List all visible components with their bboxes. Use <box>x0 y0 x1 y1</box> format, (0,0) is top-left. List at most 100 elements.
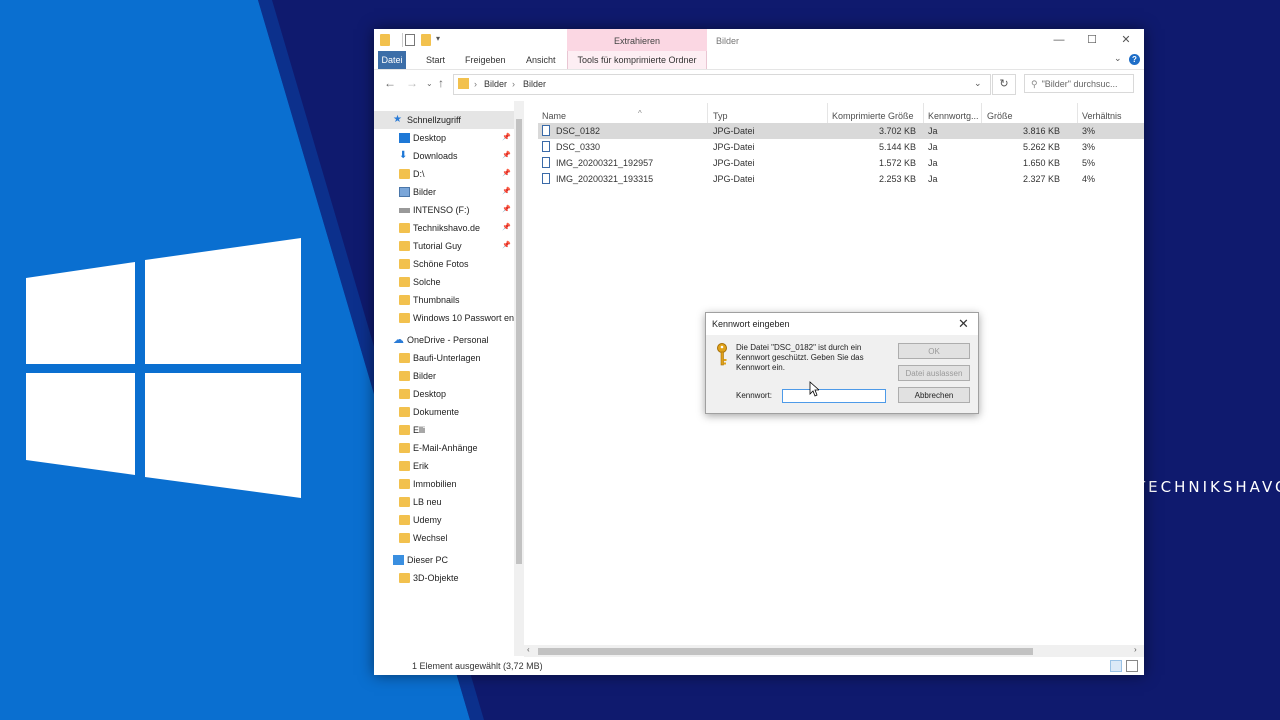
recent-dropdown-icon[interactable]: ⌄ <box>426 79 433 88</box>
sidebar-item[interactable]: Baufi-Unterlagen <box>374 349 514 367</box>
dialog-title: Kennwort eingeben <box>712 319 790 329</box>
maximize-button[interactable]: ☐ <box>1077 32 1107 48</box>
sidebar-item[interactable]: Technikshavo.de 📌 <box>374 219 514 237</box>
skip-file-button[interactable]: Datei auslassen <box>898 365 970 381</box>
folder-icon <box>399 295 410 305</box>
table-row[interactable]: IMG_20200321_192957 JPG-Datei 1.572 KB Ja 1.… <box>538 155 1144 171</box>
sidebar-item[interactable]: Windows 10 Passwort ent <box>374 309 514 327</box>
address-field[interactable]: › Bilder › Bilder ⌄ <box>453 74 991 95</box>
mouse-cursor-icon <box>809 381 819 397</box>
up-arrow-icon[interactable]: ↑ <box>438 76 444 90</box>
breadcrumb-2[interactable]: Bilder <box>523 79 546 89</box>
horizontal-scrollbar[interactable]: ‹ › <box>524 645 1144 657</box>
customize-quick-access-icon[interactable]: ▾ <box>436 34 446 46</box>
table-row[interactable]: IMG_20200321_193315 JPG-Datei 2.253 KB Ja 2.… <box>538 171 1144 187</box>
sidebar-item[interactable]: Desktop 📌 <box>374 129 514 147</box>
sidebar-item-label: Wechsel <box>413 533 448 543</box>
sidebar-item-label: Dieser PC <box>407 555 449 565</box>
tab-datei[interactable]: Datei <box>378 51 406 69</box>
divider[interactable] <box>1077 103 1078 123</box>
key-icon <box>717 343 727 366</box>
file-ratio: 3% <box>1082 126 1096 136</box>
search-input[interactable]: ⚲ "Bilder" durchsuc... <box>1024 74 1134 93</box>
file-size: 1.650 KB <box>1022 158 1060 168</box>
sidebar-item[interactable]: E-Mail-Anhänge <box>374 439 514 457</box>
details-view-icon[interactable] <box>1110 660 1122 672</box>
tab-start[interactable]: Start <box>420 51 451 69</box>
sidebar-item[interactable]: Dieser PC <box>374 551 514 569</box>
horizontal-scrollbar-thumb[interactable] <box>538 648 1033 655</box>
folder-icon <box>399 407 410 417</box>
tab-tools-compressed[interactable]: Tools für komprimierte Ordner <box>567 51 707 69</box>
sidebar-item-label: LB neu <box>413 497 442 507</box>
new-folder-icon[interactable] <box>421 34 431 46</box>
tab-ansicht[interactable]: Ansicht <box>520 51 562 69</box>
folder-icon <box>399 479 410 489</box>
chevron-down-icon[interactable]: ⌄ <box>1114 53 1122 64</box>
sidebar-item[interactable]: Erik <box>374 457 514 475</box>
sidebar-item[interactable]: Dokumente <box>374 403 514 421</box>
file-password: Ja <box>928 126 938 136</box>
close-button[interactable]: ✕ <box>1111 32 1141 48</box>
sidebar-item[interactable]: Bilder 📌 <box>374 183 514 201</box>
pin-icon: 📌 <box>502 170 511 177</box>
sidebar-item[interactable]: Desktop <box>374 385 514 403</box>
star-icon: ★ <box>393 114 402 125</box>
sort-up-icon: ^ <box>638 109 642 118</box>
sidebar-item-label: Solche <box>413 277 441 287</box>
ok-button[interactable]: OK <box>898 343 970 359</box>
sidebar-item[interactable]: Immobilien <box>374 475 514 493</box>
sidebar-item-label: Udemy <box>413 515 442 525</box>
folder-icon <box>399 353 410 363</box>
divider[interactable] <box>923 103 924 123</box>
cancel-button[interactable]: Abbrechen <box>898 387 970 403</box>
search-icon: ⚲ <box>1031 79 1038 89</box>
divider[interactable] <box>707 103 708 123</box>
nav-scrollbar-thumb[interactable] <box>516 119 522 564</box>
sidebar-item[interactable]: ★ Schnellzugriff <box>374 111 514 129</box>
table-row[interactable]: DSC_0182 JPG-Datei 3.702 KB Ja 3.816 KB 3% <box>538 123 1144 139</box>
help-icon[interactable]: ? <box>1129 54 1140 65</box>
sidebar-item[interactable]: Schöne Fotos <box>374 255 514 273</box>
sidebar-item-label: INTENSO (F:) <box>413 205 470 215</box>
properties-icon[interactable] <box>405 34 415 46</box>
breadcrumb-1[interactable]: Bilder <box>484 79 507 89</box>
password-field[interactable] <box>782 389 886 403</box>
sidebar-item[interactable]: Tutorial Guy 📌 <box>374 237 514 255</box>
sidebar-item[interactable]: LB neu <box>374 493 514 511</box>
sidebar-item-label: Tutorial Guy <box>413 241 462 251</box>
sidebar-item[interactable]: Elli <box>374 421 514 439</box>
sidebar-item-label: Baufi-Unterlagen <box>413 353 481 363</box>
sidebar-item[interactable]: Solche <box>374 273 514 291</box>
sidebar-item[interactable]: Bilder <box>374 367 514 385</box>
refresh-icon[interactable]: ↻ <box>992 74 1016 95</box>
sidebar-item[interactable]: D:\ 📌 <box>374 165 514 183</box>
scroll-left-icon[interactable]: ‹ <box>527 645 530 654</box>
sidebar-item[interactable]: Wechsel <box>374 529 514 547</box>
chevron-down-icon[interactable]: ⌄ <box>974 78 982 89</box>
forward-arrow-icon[interactable]: → <box>406 76 418 90</box>
sidebar-item[interactable]: Thumbnails <box>374 291 514 309</box>
sidebar-item[interactable]: ⬇ Downloads 📌 <box>374 147 514 165</box>
scroll-right-icon[interactable]: › <box>1134 645 1137 654</box>
sidebar-item[interactable]: 3D-Objekte <box>374 569 514 587</box>
file-ratio: 4% <box>1082 174 1096 184</box>
minimize-button[interactable]: — <box>1044 32 1074 48</box>
folder-icon <box>458 78 469 89</box>
context-tab-extrahieren[interactable]: Extrahieren <box>567 29 707 51</box>
table-row[interactable]: DSC_0330 JPG-Datei 5.144 KB Ja 5.262 KB 3% <box>538 139 1144 155</box>
divider[interactable] <box>827 103 828 123</box>
pin-icon: 📌 <box>502 242 511 249</box>
sidebar-item[interactable]: ☁ OneDrive - Personal <box>374 331 514 349</box>
sidebar-item-label: E-Mail-Anhänge <box>413 443 478 453</box>
sidebar-item[interactable]: Udemy <box>374 511 514 529</box>
sidebar-item[interactable]: INTENSO (F:) 📌 <box>374 201 514 219</box>
large-icons-view-icon[interactable] <box>1126 660 1138 672</box>
file-password: Ja <box>928 174 938 184</box>
file-type: JPG-Datei <box>713 158 755 168</box>
tab-freigeben[interactable]: Freigeben <box>459 51 512 69</box>
back-arrow-icon[interactable]: ← <box>384 76 396 90</box>
search-placeholder: "Bilder" durchsuc... <box>1041 79 1118 89</box>
divider[interactable] <box>981 103 982 123</box>
close-icon[interactable]: ✕ <box>958 316 969 332</box>
